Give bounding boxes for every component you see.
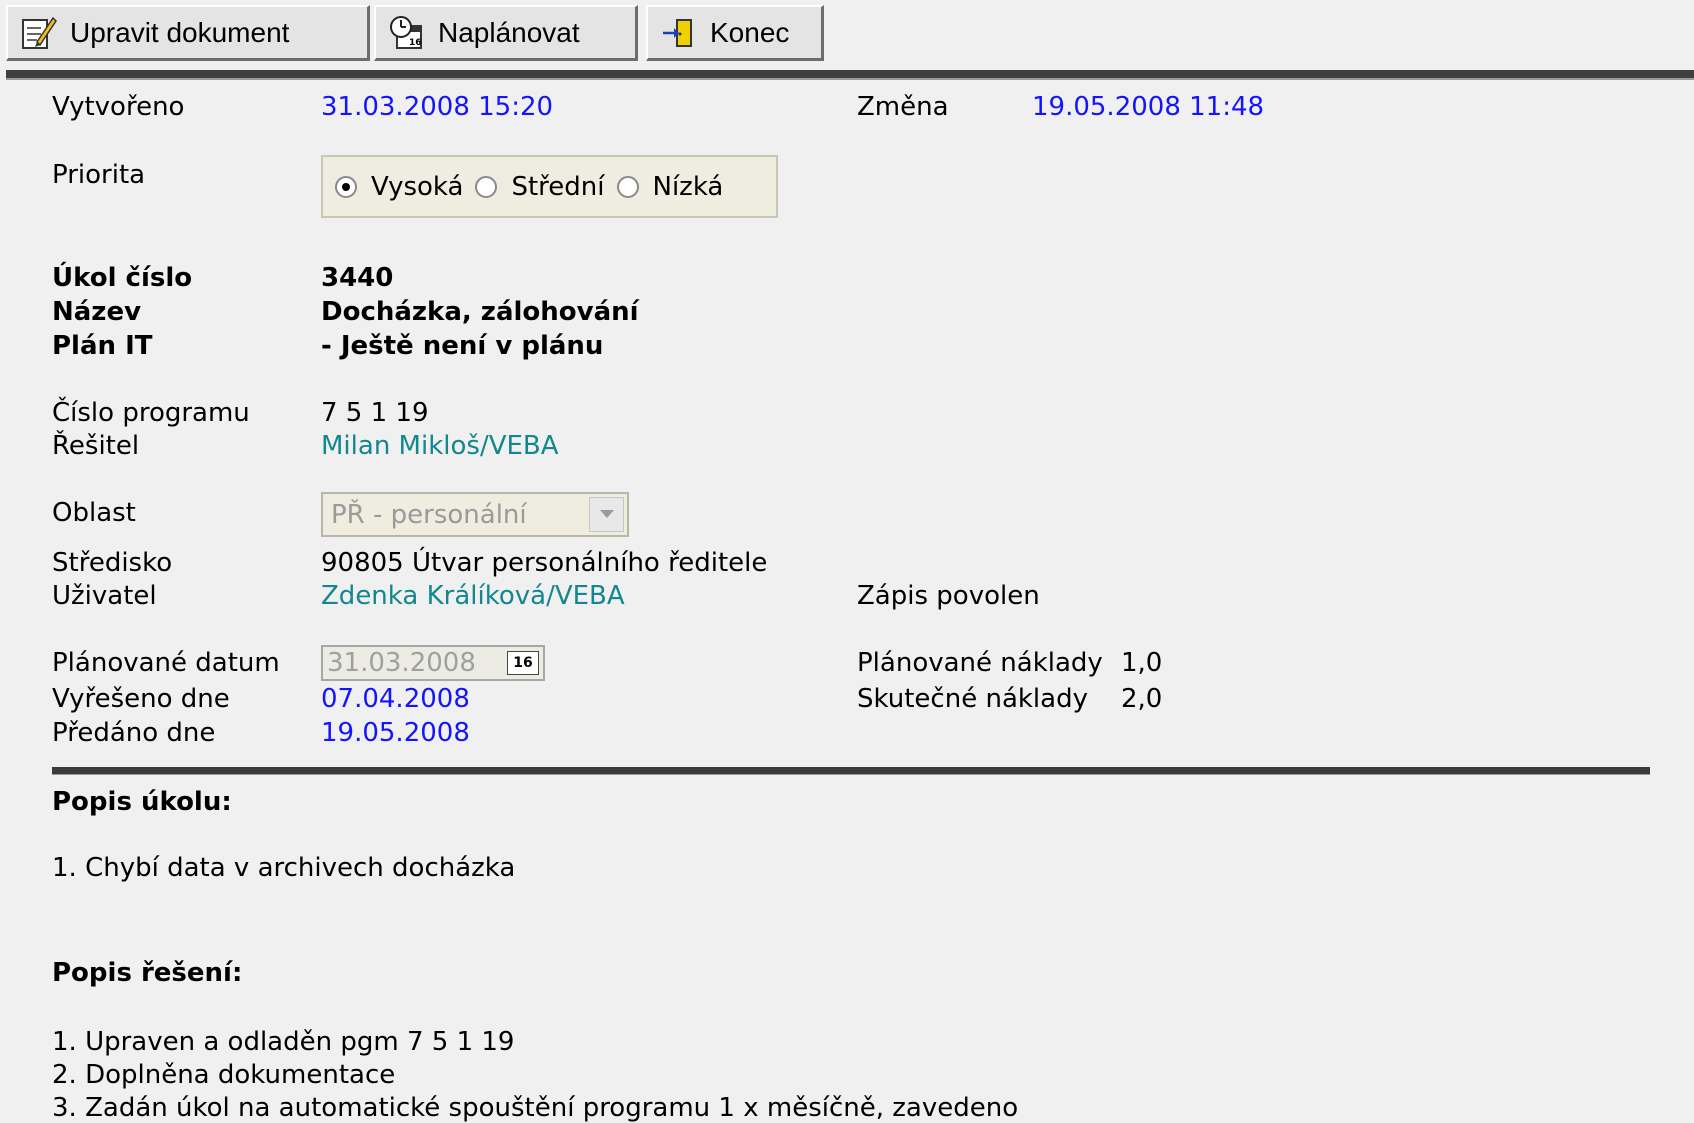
user-label: Uživatel xyxy=(52,581,157,611)
toolbar-separator xyxy=(6,70,1694,80)
task-name-value: Docházka, zálohování xyxy=(321,297,639,327)
priority-radio-group: Vysoká Střední Nízká xyxy=(321,155,778,218)
description-line: 1. Chybí data v archivech docházka xyxy=(52,853,516,883)
exit-button[interactable]: Konec xyxy=(646,5,824,61)
schedule-button[interactable]: 16 Naplánovat xyxy=(374,5,638,61)
planned-costs-label: Plánované náklady xyxy=(857,648,1103,678)
handed-date-value: 19.05.2008 xyxy=(321,718,470,748)
actual-costs-value: 2,0 xyxy=(1121,684,1163,714)
center-value: 90805 Útvar personálního ředitele xyxy=(321,548,768,578)
edit-document-button[interactable]: Upravit dokument xyxy=(6,5,370,61)
area-select-value: PŘ - personální xyxy=(331,500,527,530)
task-number-value: 3440 xyxy=(321,263,394,293)
planned-costs-value: 1,0 xyxy=(1121,648,1163,678)
svg-text:16: 16 xyxy=(409,38,422,48)
resolved-date-value: 07.04.2008 xyxy=(321,684,470,714)
planned-date-input[interactable]: 31.03.2008 16 xyxy=(321,645,545,681)
edit-document-label: Upravit dokument xyxy=(70,16,290,48)
area-select[interactable]: PŘ - personální xyxy=(321,492,629,537)
created-label: Vytvořeno xyxy=(52,92,185,122)
description-heading: Popis úkolu: xyxy=(52,787,232,817)
area-label: Oblast xyxy=(52,498,136,528)
planned-date-value: 31.03.2008 xyxy=(327,648,476,678)
schedule-label: Naplánovat xyxy=(438,16,580,48)
priority-low-label: Nízká xyxy=(652,171,724,202)
chevron-down-icon[interactable] xyxy=(589,497,624,532)
priority-label: Priorita xyxy=(52,160,146,190)
program-number-label: Číslo programu xyxy=(52,398,250,428)
priority-medium-label: Střední xyxy=(511,171,605,202)
priority-medium-radio[interactable]: Střední xyxy=(475,171,605,202)
section-divider xyxy=(52,767,1650,775)
created-value: 31.03.2008 15:20 xyxy=(321,92,554,122)
radio-unchecked-icon xyxy=(475,175,498,198)
clock-calendar-icon: 16 xyxy=(386,13,426,53)
solution-heading: Popis řešení: xyxy=(52,958,243,988)
edit-document-icon xyxy=(18,13,58,53)
center-label: Středisko xyxy=(52,548,173,578)
radio-unchecked-icon xyxy=(616,175,639,198)
task-name-label: Název xyxy=(52,297,142,327)
plan-it-value: - Ještě není v plánu xyxy=(321,331,604,361)
program-number-value: 7 5 1 19 xyxy=(321,398,429,428)
changed-value: 19.05.2008 11:48 xyxy=(1032,92,1265,122)
priority-high-radio[interactable]: Vysoká xyxy=(335,172,463,202)
toolbar: Upravit dokument 16 Naplánovat Konec xyxy=(0,0,1694,70)
priority-high-label: Vysoká xyxy=(371,171,464,202)
solver-link[interactable]: Milan Mikloš/VEBA xyxy=(321,431,559,461)
write-permission-label: Zápis povolen xyxy=(857,581,1040,611)
plan-it-label: Plán IT xyxy=(52,331,153,361)
user-link[interactable]: Zdenka Králíková/VEBA xyxy=(321,581,625,611)
exit-label: Konec xyxy=(710,16,790,48)
solution-line: 2. Doplněna dokumentace xyxy=(52,1060,396,1090)
calendar-icon[interactable]: 16 xyxy=(507,651,539,675)
changed-label: Změna xyxy=(857,92,949,122)
solver-label: Řešitel xyxy=(52,431,140,461)
handed-date-label: Předáno dne xyxy=(52,718,216,748)
resolved-date-label: Vyřešeno dne xyxy=(52,684,230,714)
solution-line: 3. Zadán úkol na automatické spouštění p… xyxy=(52,1093,1019,1123)
actual-costs-label: Skutečné náklady xyxy=(857,684,1088,714)
planned-date-label: Plánované datum xyxy=(52,648,280,678)
solution-line: 1. Upraven a odladěn pgm 7 5 1 19 xyxy=(52,1027,515,1057)
task-number-label: Úkol číslo xyxy=(52,263,193,293)
exit-door-icon xyxy=(658,13,698,53)
radio-checked-icon xyxy=(335,175,357,198)
priority-low-radio[interactable]: Nízká xyxy=(616,171,724,202)
